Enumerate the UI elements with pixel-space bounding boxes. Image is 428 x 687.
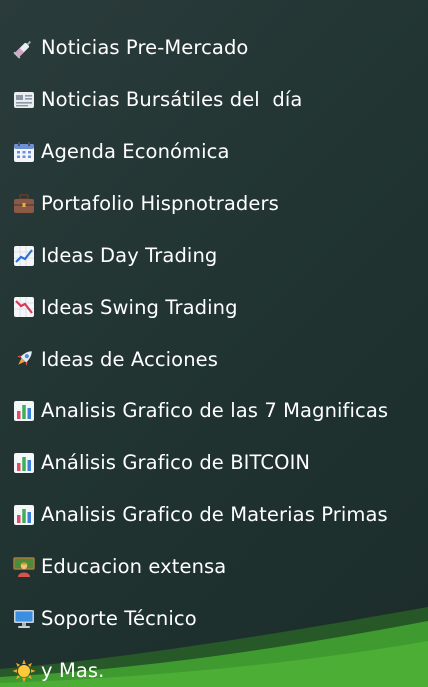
briefcase-icon xyxy=(11,191,37,217)
menu-item-ideas-de-acciones[interactable]: Ideas de Acciones xyxy=(11,333,423,385)
bar-chart-icon xyxy=(11,502,37,528)
menu-item-label: Agenda Económica xyxy=(41,139,230,163)
menu-item-noticias-bursatiles[interactable]: Noticias Bursátiles del día xyxy=(11,74,423,126)
menu-item-noticias-pre-mercado[interactable]: Noticias Pre-Mercado xyxy=(11,22,423,74)
chart-increasing-icon xyxy=(11,243,37,269)
menu-item-label: Analisis Grafico de las 7 Magnificas xyxy=(41,399,389,423)
menu-item-portafolio[interactable]: Portafolio Hispnotraders xyxy=(11,178,423,230)
menu-list: Noticias Pre-Mercado Noticias Bursátiles… xyxy=(11,22,423,687)
menu-item-label: y Mas. xyxy=(41,658,105,682)
teacher-icon xyxy=(11,554,37,580)
menu-item-label: Analisis Grafico de Materias Primas xyxy=(41,503,388,527)
menu-item-label: Ideas Day Trading xyxy=(41,243,218,267)
menu-item-y-mas[interactable]: y Mas. xyxy=(11,645,423,687)
calendar-icon xyxy=(11,139,37,165)
syringe-icon xyxy=(11,35,37,61)
bar-chart-icon xyxy=(11,450,37,476)
rocket-icon xyxy=(11,346,37,372)
menu-item-label: Portafolio Hispnotraders xyxy=(41,191,279,215)
chart-decreasing-icon xyxy=(11,294,37,320)
menu-item-label: Ideas Swing Trading xyxy=(41,295,238,319)
menu-item-label: Análisis Grafico de BITCOIN xyxy=(41,451,311,475)
menu-item-label: Noticias Pre-Mercado xyxy=(41,36,249,60)
computer-icon xyxy=(11,606,37,632)
menu-panel: Noticias Pre-Mercado Noticias Bursátiles… xyxy=(0,0,428,687)
menu-item-ideas-day-trading[interactable]: Ideas Day Trading xyxy=(11,230,423,282)
newspaper-icon xyxy=(11,87,37,113)
menu-item-analisis-materias-primas[interactable]: Analisis Grafico de Materias Primas xyxy=(11,489,423,541)
menu-item-ideas-swing-trading[interactable]: Ideas Swing Trading xyxy=(11,281,423,333)
menu-item-label: Educacion extensa xyxy=(41,555,227,579)
menu-item-label: Noticias Bursátiles del día xyxy=(41,88,303,112)
menu-item-soporte-tecnico[interactable]: Soporte Técnico xyxy=(11,593,423,645)
menu-item-analisis-7-magnificas[interactable]: Analisis Grafico de las 7 Magnificas xyxy=(11,385,423,437)
menu-item-analisis-bitcoin[interactable]: Análisis Grafico de BITCOIN xyxy=(11,437,423,489)
menu-item-label: Ideas de Acciones xyxy=(41,347,219,371)
menu-item-agenda-economica[interactable]: Agenda Económica xyxy=(11,126,423,178)
menu-item-label: Soporte Técnico xyxy=(41,606,197,630)
sun-icon xyxy=(11,658,37,684)
bar-chart-icon xyxy=(11,398,37,424)
menu-item-educacion-extensa[interactable]: Educacion extensa xyxy=(11,541,423,593)
